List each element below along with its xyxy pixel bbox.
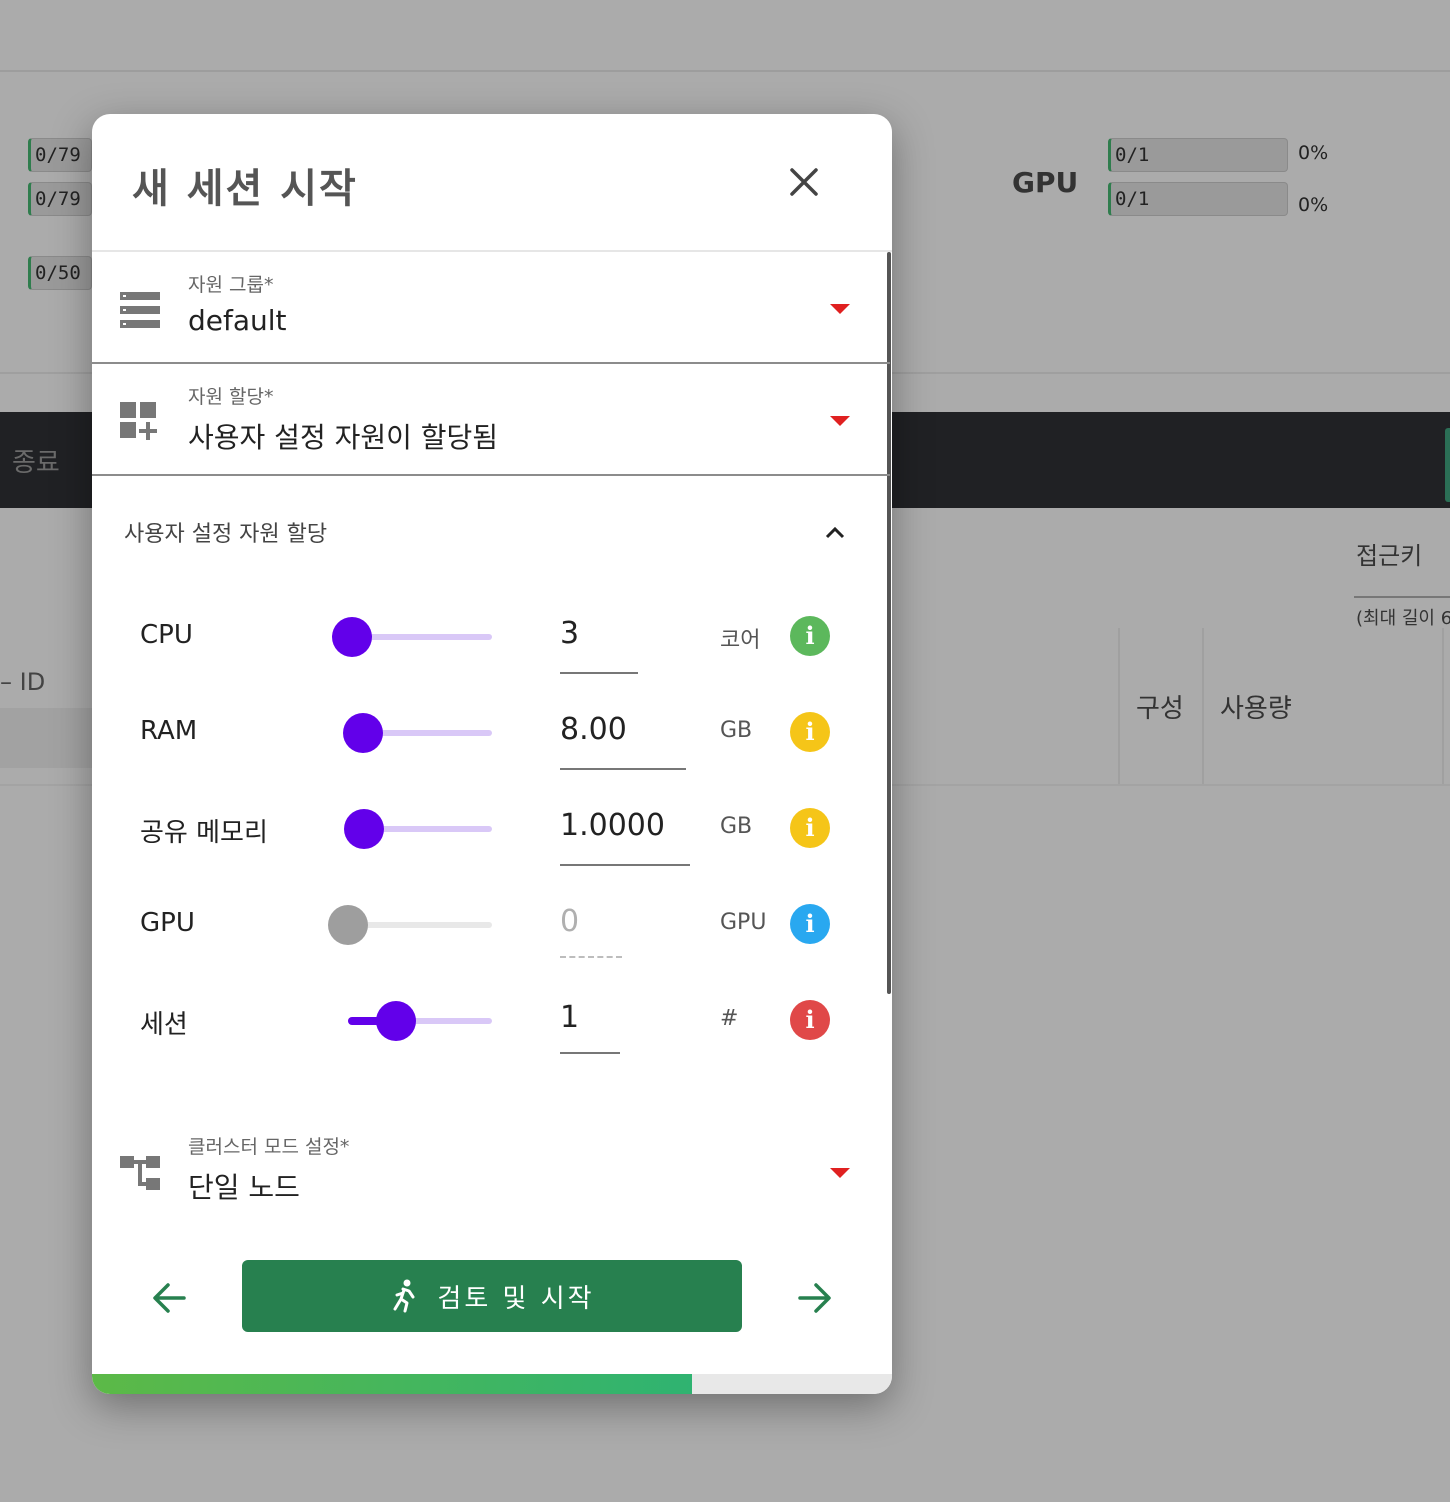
gpu-percent: 0% [1298, 194, 1329, 216]
session-label: 세션 [140, 1010, 188, 1040]
cluster-icon [120, 1154, 160, 1194]
gpu-counter: 0/1 [1108, 138, 1288, 172]
resource-allocation-select[interactable]: 자원 할당* 사용자 설정 자원이 할당됨 [92, 364, 890, 476]
column-divider [1202, 628, 1204, 784]
ram-row: RAM 8.00 GB i [92, 692, 882, 772]
ram-input[interactable]: 8.00 [560, 712, 627, 747]
resource-allocation-value: 사용자 설정 자원이 할당됨 [188, 421, 499, 454]
chevron-up-icon[interactable] [820, 518, 850, 548]
id-column-header: – ID [0, 668, 46, 696]
resource-counter: 0/50 [28, 256, 92, 290]
cpu-input[interactable]: 3 [560, 616, 579, 651]
gpu-label: GPU [140, 908, 195, 938]
resource-allocation-label: 자원 할당* [188, 386, 274, 408]
background-divider [0, 70, 1450, 72]
info-icon[interactable]: i [790, 904, 830, 944]
next-arrow-icon[interactable] [792, 1276, 836, 1320]
usage-column-header: 사용량 [1220, 694, 1292, 724]
shared-memory-row: 공유 메모리 1.0000 GB i [92, 788, 882, 868]
resource-group-select[interactable]: 자원 그룹* default [92, 252, 890, 364]
gpu-row: GPU 0 GPU i [92, 884, 882, 964]
progress-fill [92, 1374, 692, 1394]
session-unit: # [720, 1006, 739, 1031]
cpu-row: CPU 3 코어 i [92, 596, 882, 676]
info-icon[interactable]: i [790, 1000, 830, 1040]
close-icon[interactable] [780, 158, 828, 206]
resource-group-value: default [188, 304, 287, 337]
ram-unit: GB [720, 718, 753, 743]
gpu-unit: GPU [720, 910, 767, 935]
dropdown-caret-icon [830, 1168, 850, 1178]
dropdown-caret-icon [830, 416, 850, 426]
ram-label: RAM [140, 716, 198, 746]
info-icon[interactable]: i [790, 808, 830, 848]
cpu-slider-thumb[interactable] [332, 617, 372, 657]
access-key-underline [1354, 596, 1450, 598]
dropdown-caret-icon [830, 304, 850, 314]
toolbar-edge-button[interactable] [1445, 428, 1450, 502]
gpu-section-title: GPU [1012, 166, 1079, 199]
gpu-counter: 0/1 [1108, 182, 1288, 216]
new-session-dialog: 새 세션 시작 자원 그룹* default 자원 할당* 사용자 설정 자원이… [92, 114, 892, 1394]
cpu-unit: 코어 [720, 628, 761, 653]
end-tab[interactable]: 종료 [12, 442, 60, 479]
gpu-input[interactable]: 0 [560, 904, 579, 939]
cluster-mode-value: 단일 노드 [188, 1171, 300, 1204]
list-icon [120, 290, 160, 330]
column-divider [1442, 628, 1444, 784]
shared-memory-unit: GB [720, 814, 753, 839]
table-row [0, 708, 92, 768]
gpu-slider-track[interactable] [348, 922, 492, 928]
info-icon[interactable]: i [790, 712, 830, 752]
cpu-input-underline [560, 672, 638, 674]
session-slider-thumb[interactable] [376, 1001, 416, 1041]
session-row: 세션 1 # i [92, 980, 882, 1060]
review-and-start-button[interactable]: 검토 및 시작 [242, 1260, 742, 1332]
cluster-mode-label: 클러스터 모드 설정* [188, 1136, 350, 1158]
shared-memory-slider-thumb[interactable] [344, 809, 384, 849]
runner-icon [389, 1279, 419, 1313]
cluster-mode-select[interactable]: 클러스터 모드 설정* 단일 노드 [92, 1116, 890, 1228]
resource-counter: 0/79 [28, 182, 92, 216]
gpu-input-underline [560, 956, 622, 958]
dashboard-add-icon [120, 402, 160, 442]
ram-slider-thumb[interactable] [343, 713, 383, 753]
shared-memory-input-underline [560, 864, 690, 866]
access-key-label: 접근키 [1356, 542, 1423, 570]
dialog-title: 새 세션 시작 [132, 166, 358, 212]
shared-memory-label: 공유 메모리 [140, 818, 268, 848]
session-input[interactable]: 1 [560, 1000, 579, 1035]
gpu-percent: 0% [1298, 142, 1329, 164]
ram-input-underline [560, 768, 686, 770]
start-button-label: 검토 및 시작 [437, 1283, 595, 1314]
gpu-slider-thumb[interactable] [328, 905, 368, 945]
shared-memory-input[interactable]: 1.0000 [560, 808, 665, 843]
progress-bar [92, 1374, 892, 1394]
cpu-label: CPU [140, 620, 193, 650]
back-arrow-icon[interactable] [148, 1276, 192, 1320]
resource-counter: 0/79 [28, 138, 92, 172]
id-label: ID [19, 668, 46, 696]
config-column-header: 구성 [1136, 694, 1184, 724]
session-input-underline [560, 1052, 620, 1054]
custom-allocation-header[interactable]: 사용자 설정 자원 할당 [124, 516, 327, 548]
column-divider [1118, 628, 1120, 784]
info-icon[interactable]: i [790, 616, 830, 656]
resource-group-label: 자원 그룹* [188, 274, 274, 296]
max-length-note: (최대 길이 6 [1356, 608, 1450, 629]
